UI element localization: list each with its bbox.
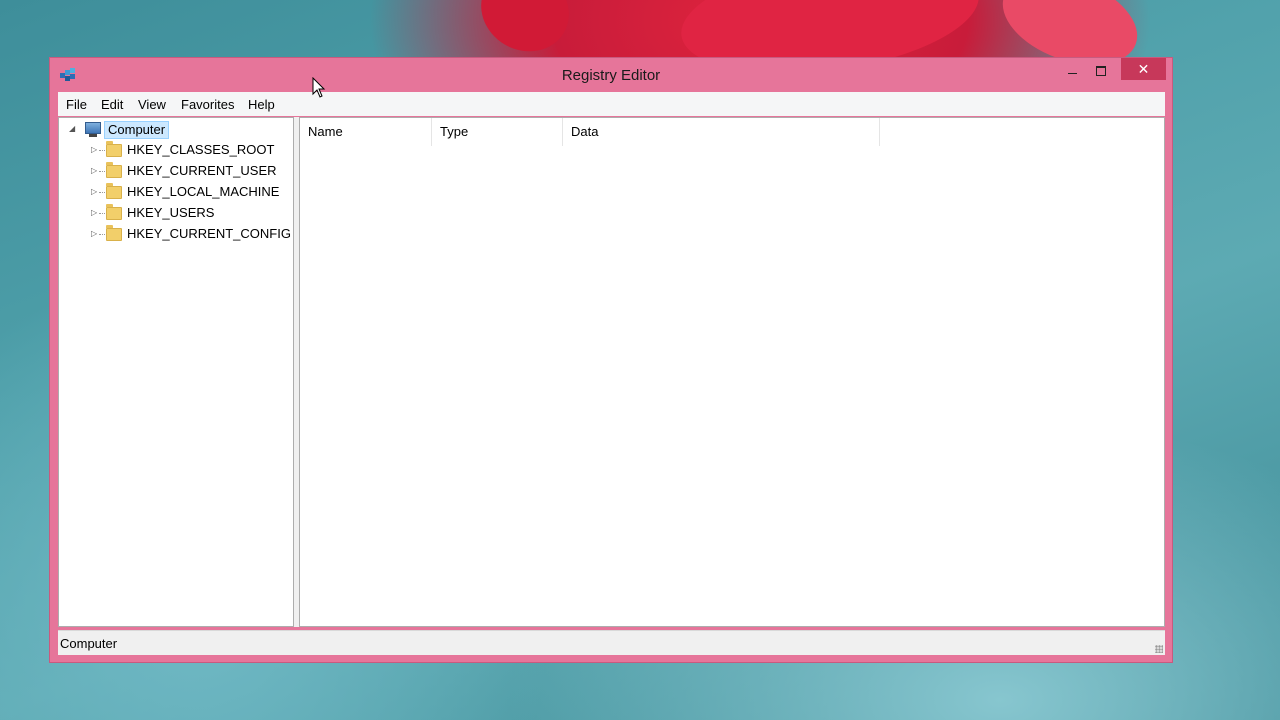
- tree-pane[interactable]: ◢ Computer ▷ HKEY_CLASSES_ROOT ▷ HKEY_CU…: [58, 117, 294, 627]
- expand-arrow-icon[interactable]: ▷: [91, 209, 99, 217]
- status-bar: Computer: [58, 630, 1165, 655]
- resize-grip-icon[interactable]: [1155, 645, 1163, 653]
- tree-item-hkey-current-user[interactable]: ▷ HKEY_CURRENT_USER: [59, 161, 293, 181]
- tree-item-hkey-users[interactable]: ▷ HKEY_USERS: [59, 203, 293, 223]
- menu-help[interactable]: Help: [248, 97, 275, 112]
- menu-file[interactable]: File: [66, 97, 87, 112]
- folder-icon: [106, 204, 122, 220]
- folder-icon: [106, 141, 122, 157]
- tree-label[interactable]: HKEY_CURRENT_USER: [127, 161, 277, 181]
- menu-view[interactable]: View: [138, 97, 166, 112]
- tree-item-hkey-classes-root[interactable]: ▷ HKEY_CLASSES_ROOT: [59, 140, 293, 160]
- minimize-button[interactable]: [1060, 60, 1086, 82]
- tree-label[interactable]: HKEY_USERS: [127, 203, 214, 223]
- tree-label[interactable]: HKEY_CLASSES_ROOT: [127, 140, 274, 160]
- expand-arrow-icon[interactable]: ▷: [91, 167, 99, 175]
- column-header-type[interactable]: Type: [432, 118, 563, 146]
- close-button[interactable]: ✕: [1121, 58, 1166, 80]
- expand-arrow-icon[interactable]: ▷: [91, 146, 99, 154]
- maximize-button[interactable]: [1088, 60, 1114, 82]
- mouse-cursor-icon: [312, 77, 326, 98]
- tree-label[interactable]: HKEY_CURRENT_CONFIG: [127, 224, 291, 244]
- tree-label[interactable]: HKEY_LOCAL_MACHINE: [127, 182, 279, 202]
- collapse-arrow-icon[interactable]: ◢: [69, 125, 77, 133]
- window-title: Registry Editor: [561, 67, 661, 84]
- menu-favorites[interactable]: Favorites: [181, 97, 234, 112]
- title-bar[interactable]: Registry Editor ✕: [50, 58, 1172, 92]
- tree-item-computer[interactable]: ◢ Computer: [59, 119, 293, 139]
- menu-bar: File Edit View Favorites Help: [58, 92, 1165, 116]
- registry-editor-window: Registry Editor ✕ File Edit View Favorit…: [49, 57, 1173, 663]
- expand-arrow-icon[interactable]: ▷: [91, 188, 99, 196]
- tree-item-hkey-local-machine[interactable]: ▷ HKEY_LOCAL_MACHINE: [59, 182, 293, 202]
- values-list-pane[interactable]: Name Type Data: [299, 117, 1165, 627]
- status-path: Computer: [60, 636, 118, 651]
- tree-label-computer[interactable]: Computer: [104, 121, 170, 139]
- tree-item-hkey-current-config[interactable]: ▷ HKEY_CURRENT_CONFIG: [59, 224, 293, 244]
- folder-icon: [106, 225, 122, 241]
- column-header-name[interactable]: Name: [300, 118, 432, 146]
- folder-icon: [106, 162, 122, 178]
- menu-edit[interactable]: Edit: [101, 97, 123, 112]
- column-header-data[interactable]: Data: [563, 118, 880, 146]
- computer-icon: [85, 122, 101, 137]
- expand-arrow-icon[interactable]: ▷: [91, 230, 99, 238]
- folder-icon: [106, 183, 122, 199]
- close-icon: ✕: [1137, 61, 1150, 77]
